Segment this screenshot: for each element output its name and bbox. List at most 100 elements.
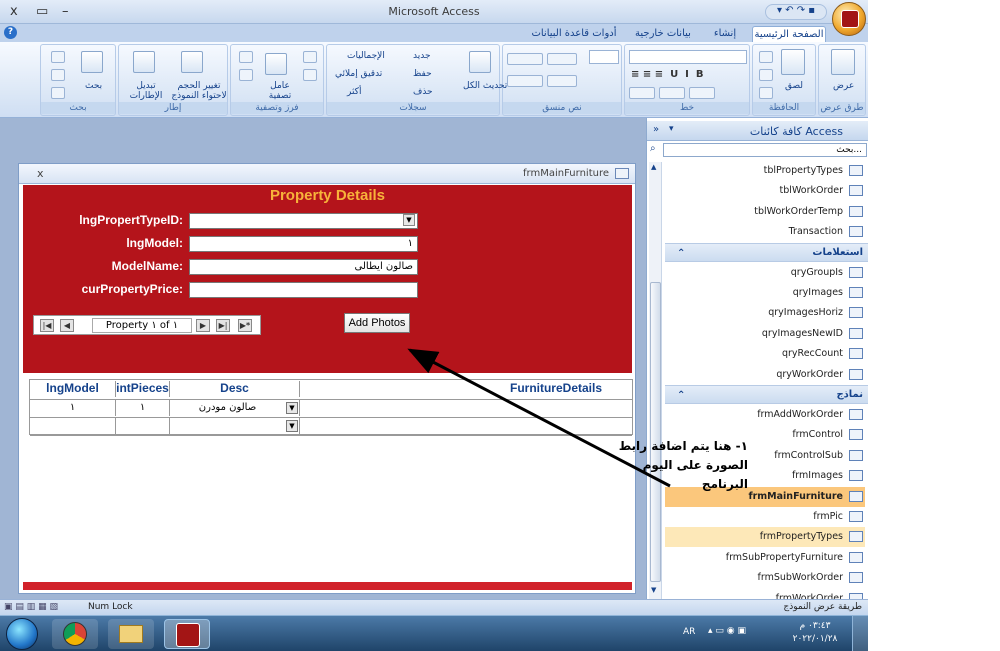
nav-group-forms[interactable]: نماذج ⌃ [665,385,868,404]
select-icon[interactable] [51,87,65,99]
cell-desc[interactable]: صالون مودرن [170,400,300,416]
tab-create[interactable]: إنشاء [700,26,750,42]
language-indicator[interactable]: AR [683,627,695,637]
add-photos-button[interactable]: Add Photos [344,313,410,333]
column-header-pieces[interactable]: intPieces [116,381,170,397]
close-icon[interactable]: x [37,167,44,180]
chevron-down-icon[interactable]: ▼ [286,420,298,432]
nav-search-input[interactable]: بحث... [663,143,867,157]
chevron-down-icon[interactable]: ▼ [403,214,415,226]
nav-pane-header[interactable]: » ▾ كافة كائنات Access [647,121,868,141]
windows-start-icon[interactable] [6,618,38,650]
collapse-group-icon[interactable]: ⌃ [677,245,685,263]
new-row-pieces[interactable] [116,418,170,434]
chevron-down-icon[interactable]: ▼ [286,402,298,414]
refresh-icon[interactable] [469,51,491,73]
selection-icon[interactable] [239,51,253,63]
new-record-button[interactable]: جديد [413,51,431,61]
price-input[interactable] [189,282,418,298]
model-input[interactable]: ١ [189,236,418,252]
collapse-icon[interactable]: » [653,124,659,135]
next-record-icon[interactable]: ▶ [196,319,210,332]
indent-icon[interactable] [507,53,543,65]
list-icon[interactable] [547,53,577,65]
tray-icons[interactable]: ▴ ▭ ◉ ▣ [708,626,746,636]
copy-icon[interactable] [759,69,773,81]
cell-pieces[interactable]: ١ [116,400,170,416]
cut-icon[interactable] [759,51,773,63]
column-header-details[interactable]: FurnitureDetails [300,381,632,397]
tab-home[interactable]: الصفحة الرئيسية [752,26,826,42]
save-record-button[interactable]: حفظ [413,69,432,79]
format-painter-icon[interactable] [759,87,773,99]
font-color-icon[interactable] [629,87,655,99]
nav-item-frmPic[interactable]: frmPic [665,507,865,527]
text-direction-icon[interactable] [507,75,543,87]
size-to-fit-label[interactable]: تغيير الحجم لاحتواء النموذج [171,81,227,101]
align-icon[interactable] [547,75,577,87]
new-record-icon[interactable]: ▶* [238,319,252,332]
spelling-button[interactable]: تدقيق إملائي [335,69,382,79]
more-button[interactable]: أكثر [347,87,361,97]
filter-icon[interactable] [265,53,287,75]
nav-item-qryGroupIs[interactable]: qryGroupIs [665,263,865,283]
search-icon[interactable]: ⌕ [650,143,656,154]
switch-windows-icon[interactable] [133,51,155,73]
clock[interactable]: ٠٣:٤٣ م ٢٠٢٢/٠١/٢٨ [792,620,838,646]
nav-item-Transaction[interactable]: Transaction [665,222,865,242]
font-size-combo[interactable] [589,50,619,64]
new-row-desc[interactable] [170,418,300,434]
scroll-thumb[interactable] [650,282,661,582]
sort-ascending-icon[interactable] [303,51,317,63]
collapse-group-icon[interactable]: ⌃ [677,387,685,405]
nav-item-qryWorkOrder[interactable]: qryWorkOrder [665,365,865,385]
record-position[interactable]: Property ١ of ١ [92,318,192,333]
nav-item-qryRecCount[interactable]: qryRecCount [665,344,865,364]
nav-item-frmSubWorkOrder[interactable]: frmSubWorkOrder [665,568,865,588]
font-format-buttons[interactable]: ≡ ≡ ≡ U I B [631,69,703,80]
explorer-task[interactable] [108,619,154,649]
help-icon[interactable]: ? [4,26,17,39]
scroll-down-icon[interactable]: ▼ [651,586,656,594]
replace-icon[interactable] [51,51,65,63]
chrome-task[interactable] [52,619,98,649]
nav-item-frmPropertyTypes[interactable]: frmPropertyTypes [665,527,865,548]
first-record-icon[interactable]: |◀ [40,319,54,332]
totals-button[interactable]: الإجماليات [347,51,385,61]
nav-item-frmSubPropertyFurniture[interactable]: frmSubPropertyFurniture [665,548,865,568]
nav-item-tblWorkOrder[interactable]: tblWorkOrder [665,181,865,201]
column-header-desc[interactable]: Desc [170,381,300,397]
goto-icon[interactable] [51,69,65,81]
sort-descending-icon[interactable] [303,69,317,81]
new-row-model[interactable] [30,418,116,434]
view-button-label[interactable]: عرض [833,81,854,91]
font-name-combo[interactable] [629,50,747,64]
tab-database-tools[interactable]: أدوات قاعدة البيانات [522,26,626,42]
nav-item-frmAddWorkOrder[interactable]: frmAddWorkOrder [665,405,865,425]
paste-icon[interactable] [781,49,805,75]
gridlines-icon[interactable] [689,87,715,99]
column-header-model[interactable]: lngModel [30,381,116,397]
nav-item-tblWorkOrderTemp[interactable]: tblWorkOrderTemp [665,202,865,222]
advanced-filter-icon[interactable] [239,69,253,81]
nav-item-qryImages[interactable]: qryImages [665,283,865,303]
view-icon[interactable] [831,49,855,75]
last-record-icon[interactable]: ▶| [216,319,230,332]
nav-item-tblPropertyTypes[interactable]: tblPropertyTypes [665,161,865,181]
size-to-fit-icon[interactable] [181,51,203,73]
quick-access-toolbar[interactable]: ▾ ↶ ↷ ▪ [765,4,827,20]
delete-record-button[interactable]: حذف [413,87,433,97]
prev-record-icon[interactable]: ◀ [60,319,74,332]
scroll-up-icon[interactable]: ▲ [651,163,656,171]
model-name-input[interactable]: صالون ايطالى [189,259,418,275]
nav-scrollbar[interactable]: ▲ ▼ [649,162,662,599]
find-icon[interactable] [81,51,103,73]
nav-item-qryImagesHoriz[interactable]: qryImagesHoriz [665,303,865,323]
view-switcher-icons[interactable]: ▣ ▤ ▥ ▦ ▧ [4,602,58,612]
paste-button-label[interactable]: لصق [785,81,803,91]
nav-group-queries[interactable]: استعلامات ⌃ [665,242,868,263]
cell-details[interactable] [300,400,632,416]
chevron-down-icon[interactable]: ▾ [669,124,674,134]
switch-windows-label[interactable]: تبديل الإطارات [123,81,169,101]
access-task[interactable] [164,619,210,649]
